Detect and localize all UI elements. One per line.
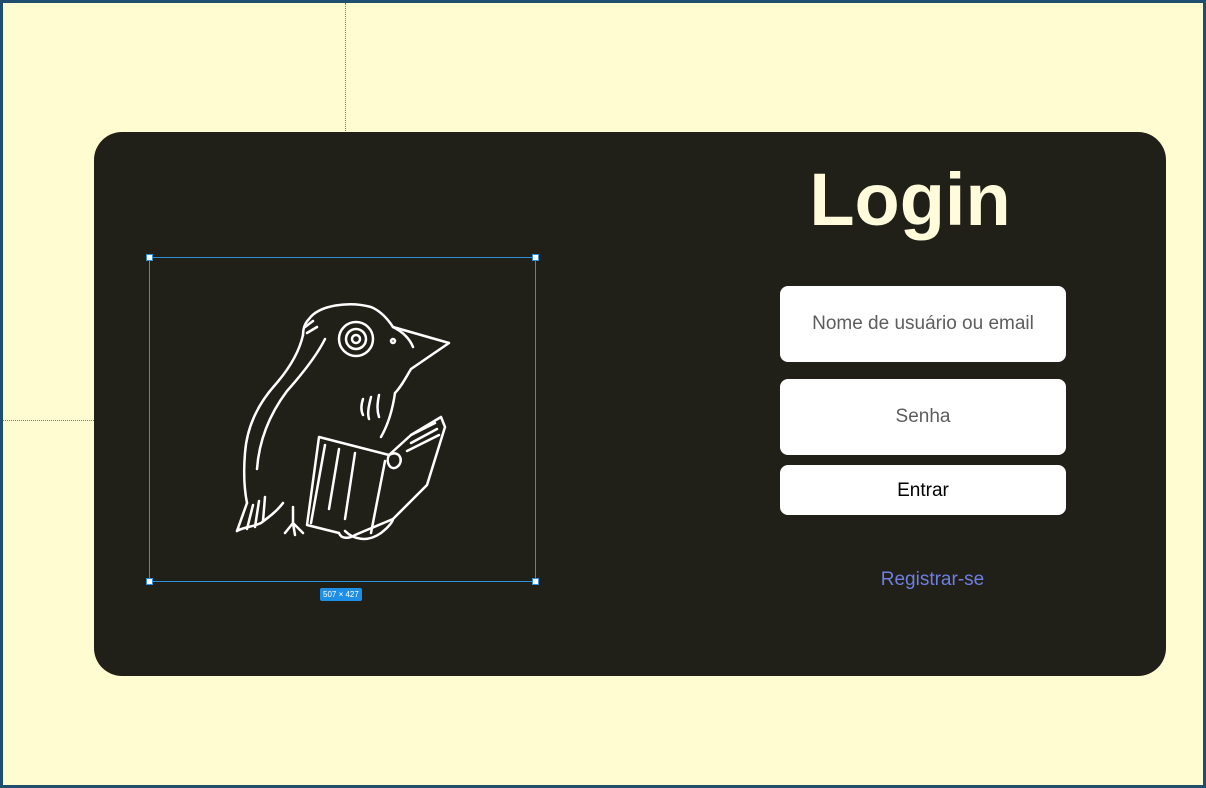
register-link[interactable]: Registrar-se: [780, 569, 1085, 591]
design-canvas: 507 × 427 Login Entrar Registrar-se: [0, 0, 1206, 788]
username-email-input[interactable]: [780, 286, 1066, 362]
dimensions-badge: 507 × 427: [320, 588, 362, 601]
image-selection-frame[interactable]: [146, 254, 539, 585]
resize-handle-bottom-left[interactable]: [146, 578, 153, 585]
login-title: Login: [809, 158, 1011, 241]
password-input[interactable]: [780, 379, 1066, 455]
resize-handle-top-left[interactable]: [146, 254, 153, 261]
resize-handle-bottom-right[interactable]: [532, 578, 539, 585]
resize-handle-top-right[interactable]: [532, 254, 539, 261]
login-submit-button[interactable]: Entrar: [780, 465, 1066, 515]
